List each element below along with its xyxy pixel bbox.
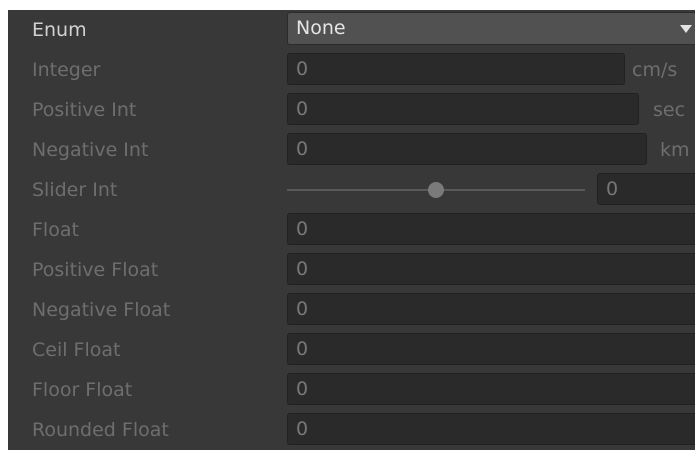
slider-int-input-value: 0 bbox=[606, 178, 619, 200]
positive-int-row: Positive Int 0 sec bbox=[8, 90, 695, 130]
floor-float-row: Floor Float 0 bbox=[8, 370, 695, 410]
slider-int-thumb[interactable] bbox=[428, 182, 444, 198]
ceil-float-input-value: 0 bbox=[296, 338, 309, 360]
enum-label: Enum bbox=[32, 19, 87, 41]
integer-row: Integer 0 cm/s bbox=[8, 50, 695, 90]
floor-float-label: Floor Float bbox=[32, 379, 133, 401]
floor-float-input-value: 0 bbox=[296, 378, 309, 400]
integer-input-value: 0 bbox=[296, 58, 309, 80]
integer-unit-label: cm/s bbox=[632, 59, 678, 81]
float-row: Float 0 bbox=[8, 210, 695, 250]
enum-row: Enum None bbox=[8, 10, 695, 50]
rounded-float-row: Rounded Float 0 bbox=[8, 410, 695, 450]
float-input[interactable]: 0 bbox=[287, 213, 695, 245]
positive-float-label: Positive Float bbox=[32, 259, 159, 281]
positive-int-label: Positive Int bbox=[32, 99, 137, 121]
negative-int-input-value: 0 bbox=[296, 138, 309, 160]
floor-float-input[interactable]: 0 bbox=[287, 373, 695, 405]
positive-float-input[interactable]: 0 bbox=[287, 253, 695, 285]
rounded-float-label: Rounded Float bbox=[32, 419, 169, 441]
slider-int-row: Slider Int 0 bbox=[8, 170, 695, 210]
slider-int-label: Slider Int bbox=[32, 179, 118, 201]
slider-int-input[interactable]: 0 bbox=[597, 173, 695, 205]
negative-int-unit-label: km bbox=[660, 139, 690, 161]
positive-int-input-value: 0 bbox=[296, 98, 309, 120]
float-input-value: 0 bbox=[296, 218, 309, 240]
float-label: Float bbox=[32, 219, 79, 241]
negative-float-row: Negative Float 0 bbox=[8, 290, 695, 330]
integer-input[interactable]: 0 bbox=[287, 53, 625, 85]
negative-int-row: Negative Int 0 km bbox=[8, 130, 695, 170]
rounded-float-input[interactable]: 0 bbox=[287, 413, 695, 445]
positive-int-unit-label: sec bbox=[653, 99, 686, 121]
negative-float-label: Negative Float bbox=[32, 299, 171, 321]
negative-float-input-value: 0 bbox=[296, 298, 309, 320]
integer-label: Integer bbox=[32, 59, 101, 81]
enum-dropdown[interactable]: None bbox=[287, 12, 695, 45]
inspector-panel: Enum None Integer 0 cm/s Positive Int 0 … bbox=[8, 10, 695, 450]
negative-float-input[interactable]: 0 bbox=[287, 293, 695, 325]
ceil-float-row: Ceil Float 0 bbox=[8, 330, 695, 370]
enum-dropdown-value: None bbox=[296, 17, 346, 39]
negative-int-label: Negative Int bbox=[32, 139, 149, 161]
negative-int-input[interactable]: 0 bbox=[287, 133, 647, 165]
positive-int-input[interactable]: 0 bbox=[287, 93, 639, 125]
ceil-float-input[interactable]: 0 bbox=[287, 333, 695, 365]
positive-float-input-value: 0 bbox=[296, 258, 309, 280]
dropdown-arrow-icon bbox=[680, 25, 692, 33]
positive-float-row: Positive Float 0 bbox=[8, 250, 695, 290]
rounded-float-input-value: 0 bbox=[296, 418, 309, 440]
ceil-float-label: Ceil Float bbox=[32, 339, 121, 361]
